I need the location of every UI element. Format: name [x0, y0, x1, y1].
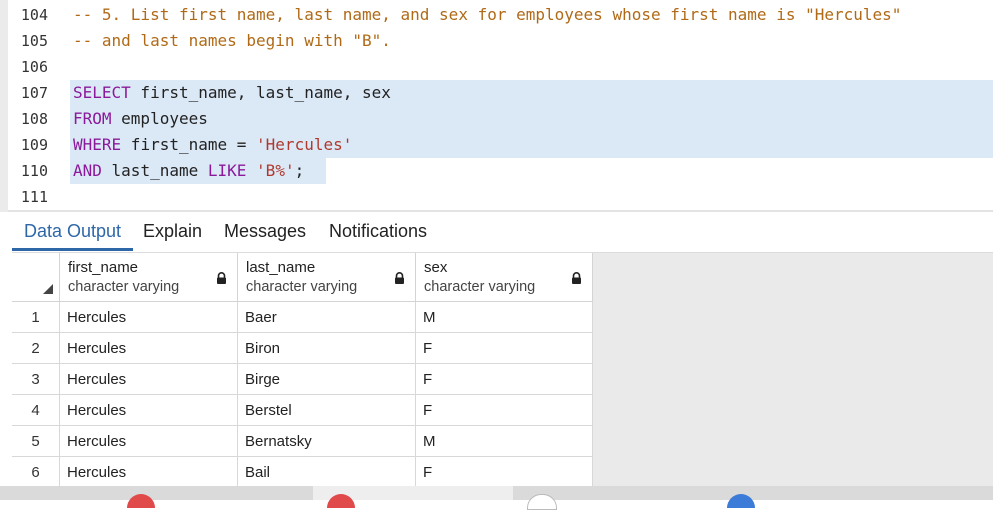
table-cell-last-name[interactable]: Biron [238, 333, 416, 364]
code-text: WHERE first_name = 'Hercules' [73, 132, 352, 158]
column-name: sex [424, 259, 448, 276]
select-all-icon [43, 284, 53, 294]
table-row[interactable]: 2 Hercules Biron F [12, 333, 593, 364]
table-cell-last-name[interactable]: Berstel [238, 395, 416, 426]
column-header-first-name[interactable]: first_name character varying [60, 253, 238, 302]
table-cell-first-name[interactable]: Hercules [60, 395, 238, 426]
code-text: SELECT first_name, last_name, sex [73, 80, 391, 106]
row-number[interactable]: 5 [12, 426, 60, 457]
sql-token: first_name = [121, 135, 257, 154]
sql-keyword: SELECT [73, 83, 131, 102]
tab-explain[interactable]: Explain [131, 212, 214, 250]
table-cell-first-name[interactable]: Hercules [60, 302, 238, 333]
code-line[interactable]: 107 SELECT first_name, last_name, sex [0, 80, 993, 106]
taskbar-app-icon[interactable] [127, 494, 155, 508]
line-number: 109 [20, 136, 48, 154]
table-cell-sex[interactable]: F [416, 364, 593, 395]
code-text: -- 5. List first name, last name, and se… [73, 2, 901, 28]
tab-data-output[interactable]: Data Output [12, 212, 134, 251]
table-cell-first-name[interactable]: Hercules [60, 364, 238, 395]
table-cell-last-name[interactable]: Baer [238, 302, 416, 333]
lock-icon [217, 272, 226, 284]
sql-string: 'Hercules' [256, 135, 353, 154]
code-line[interactable]: 111 [0, 184, 993, 210]
column-name: last_name [246, 259, 316, 276]
code-line[interactable]: 109 WHERE first_name = 'Hercules' [0, 132, 993, 158]
table-cell-first-name[interactable]: Hercules [60, 333, 238, 364]
table-cell-first-name[interactable]: Hercules [60, 426, 238, 457]
row-number[interactable]: 1 [12, 302, 60, 333]
code-line[interactable]: 105 -- and last names begin with "B". [0, 28, 993, 54]
lock-icon [572, 272, 581, 284]
line-number: 105 [20, 32, 48, 50]
code-text: -- and last names begin with "B". [73, 28, 391, 54]
lock-icon [395, 272, 404, 284]
line-number: 106 [20, 58, 48, 76]
row-number[interactable]: 4 [12, 395, 60, 426]
sql-keyword: WHERE [73, 135, 122, 154]
table-row[interactable]: 5 Hercules Bernatsky M [12, 426, 593, 457]
tab-notifications[interactable]: Notifications [317, 212, 439, 250]
select-all-corner[interactable] [12, 253, 60, 302]
table-row[interactable]: 1 Hercules Baer M [12, 302, 593, 333]
column-type: character varying [424, 279, 536, 295]
tab-messages[interactable]: Messages [212, 212, 318, 250]
sql-token: first_name, last_name, sex [130, 83, 391, 102]
column-name: first_name [68, 259, 139, 276]
result-tabs: Data Output Explain Messages Notificatio… [12, 212, 993, 253]
column-header-last-name[interactable]: last_name character varying [238, 253, 416, 302]
column-type: character varying [68, 279, 180, 295]
sql-comment: -- and last names begin with "B". [73, 31, 391, 50]
sql-token: employees [111, 109, 208, 128]
sql-string: 'B%' [256, 161, 295, 180]
sql-keyword: AND [73, 161, 102, 180]
table-cell-sex[interactable]: F [416, 333, 593, 364]
code-text: AND last_name LIKE 'B%'; [73, 158, 304, 184]
table-cell-last-name[interactable]: Bail [238, 457, 416, 486]
line-number: 111 [20, 188, 48, 206]
table-cell-last-name[interactable]: Birge [238, 364, 416, 395]
column-type: character varying [246, 279, 358, 295]
line-number: 107 [20, 84, 48, 102]
column-header-sex[interactable]: sex character varying [416, 253, 593, 302]
sql-editor[interactable]: 104 -- 5. List first name, last name, and… [0, 0, 993, 212]
row-number[interactable]: 3 [12, 364, 60, 395]
sql-keyword: LIKE [207, 161, 247, 180]
table-cell-first-name[interactable]: Hercules [60, 457, 238, 486]
table-cell-sex[interactable]: F [416, 395, 593, 426]
sql-comment: -- 5. List first name, last name, and se… [73, 5, 902, 24]
data-output-panel: first_name character varying last_name c… [12, 253, 993, 486]
table-cell-sex[interactable]: M [416, 426, 593, 457]
line-number: 104 [20, 6, 48, 24]
taskbar-strip [0, 486, 993, 510]
table-cell-last-name[interactable]: Bernatsky [238, 426, 416, 457]
line-number: 108 [20, 110, 48, 128]
table-cell-sex[interactable]: M [416, 302, 593, 333]
sql-token: last_name [101, 161, 208, 180]
table-row[interactable]: 4 Hercules Berstel F [12, 395, 593, 426]
line-number: 110 [20, 162, 48, 180]
row-number[interactable]: 6 [12, 457, 60, 486]
sql-keyword: FROM [73, 109, 112, 128]
table-row[interactable]: 6 Hercules Bail F [12, 457, 593, 486]
row-number[interactable]: 2 [12, 333, 60, 364]
taskbar-app-icon[interactable] [727, 494, 755, 508]
code-line[interactable]: 108 FROM employees [0, 106, 993, 132]
code-line[interactable]: 104 -- 5. List first name, last name, and… [0, 2, 993, 28]
taskbar-app-icon[interactable] [527, 494, 557, 510]
table-cell-sex[interactable]: F [416, 457, 593, 486]
sql-token: ; [294, 161, 305, 180]
code-line[interactable]: 106 [0, 54, 993, 80]
code-line[interactable]: 110 AND last_name LIKE 'B%'; [0, 158, 993, 184]
table-row[interactable]: 3 Hercules Birge F [12, 364, 593, 395]
code-text: FROM employees [73, 106, 208, 132]
